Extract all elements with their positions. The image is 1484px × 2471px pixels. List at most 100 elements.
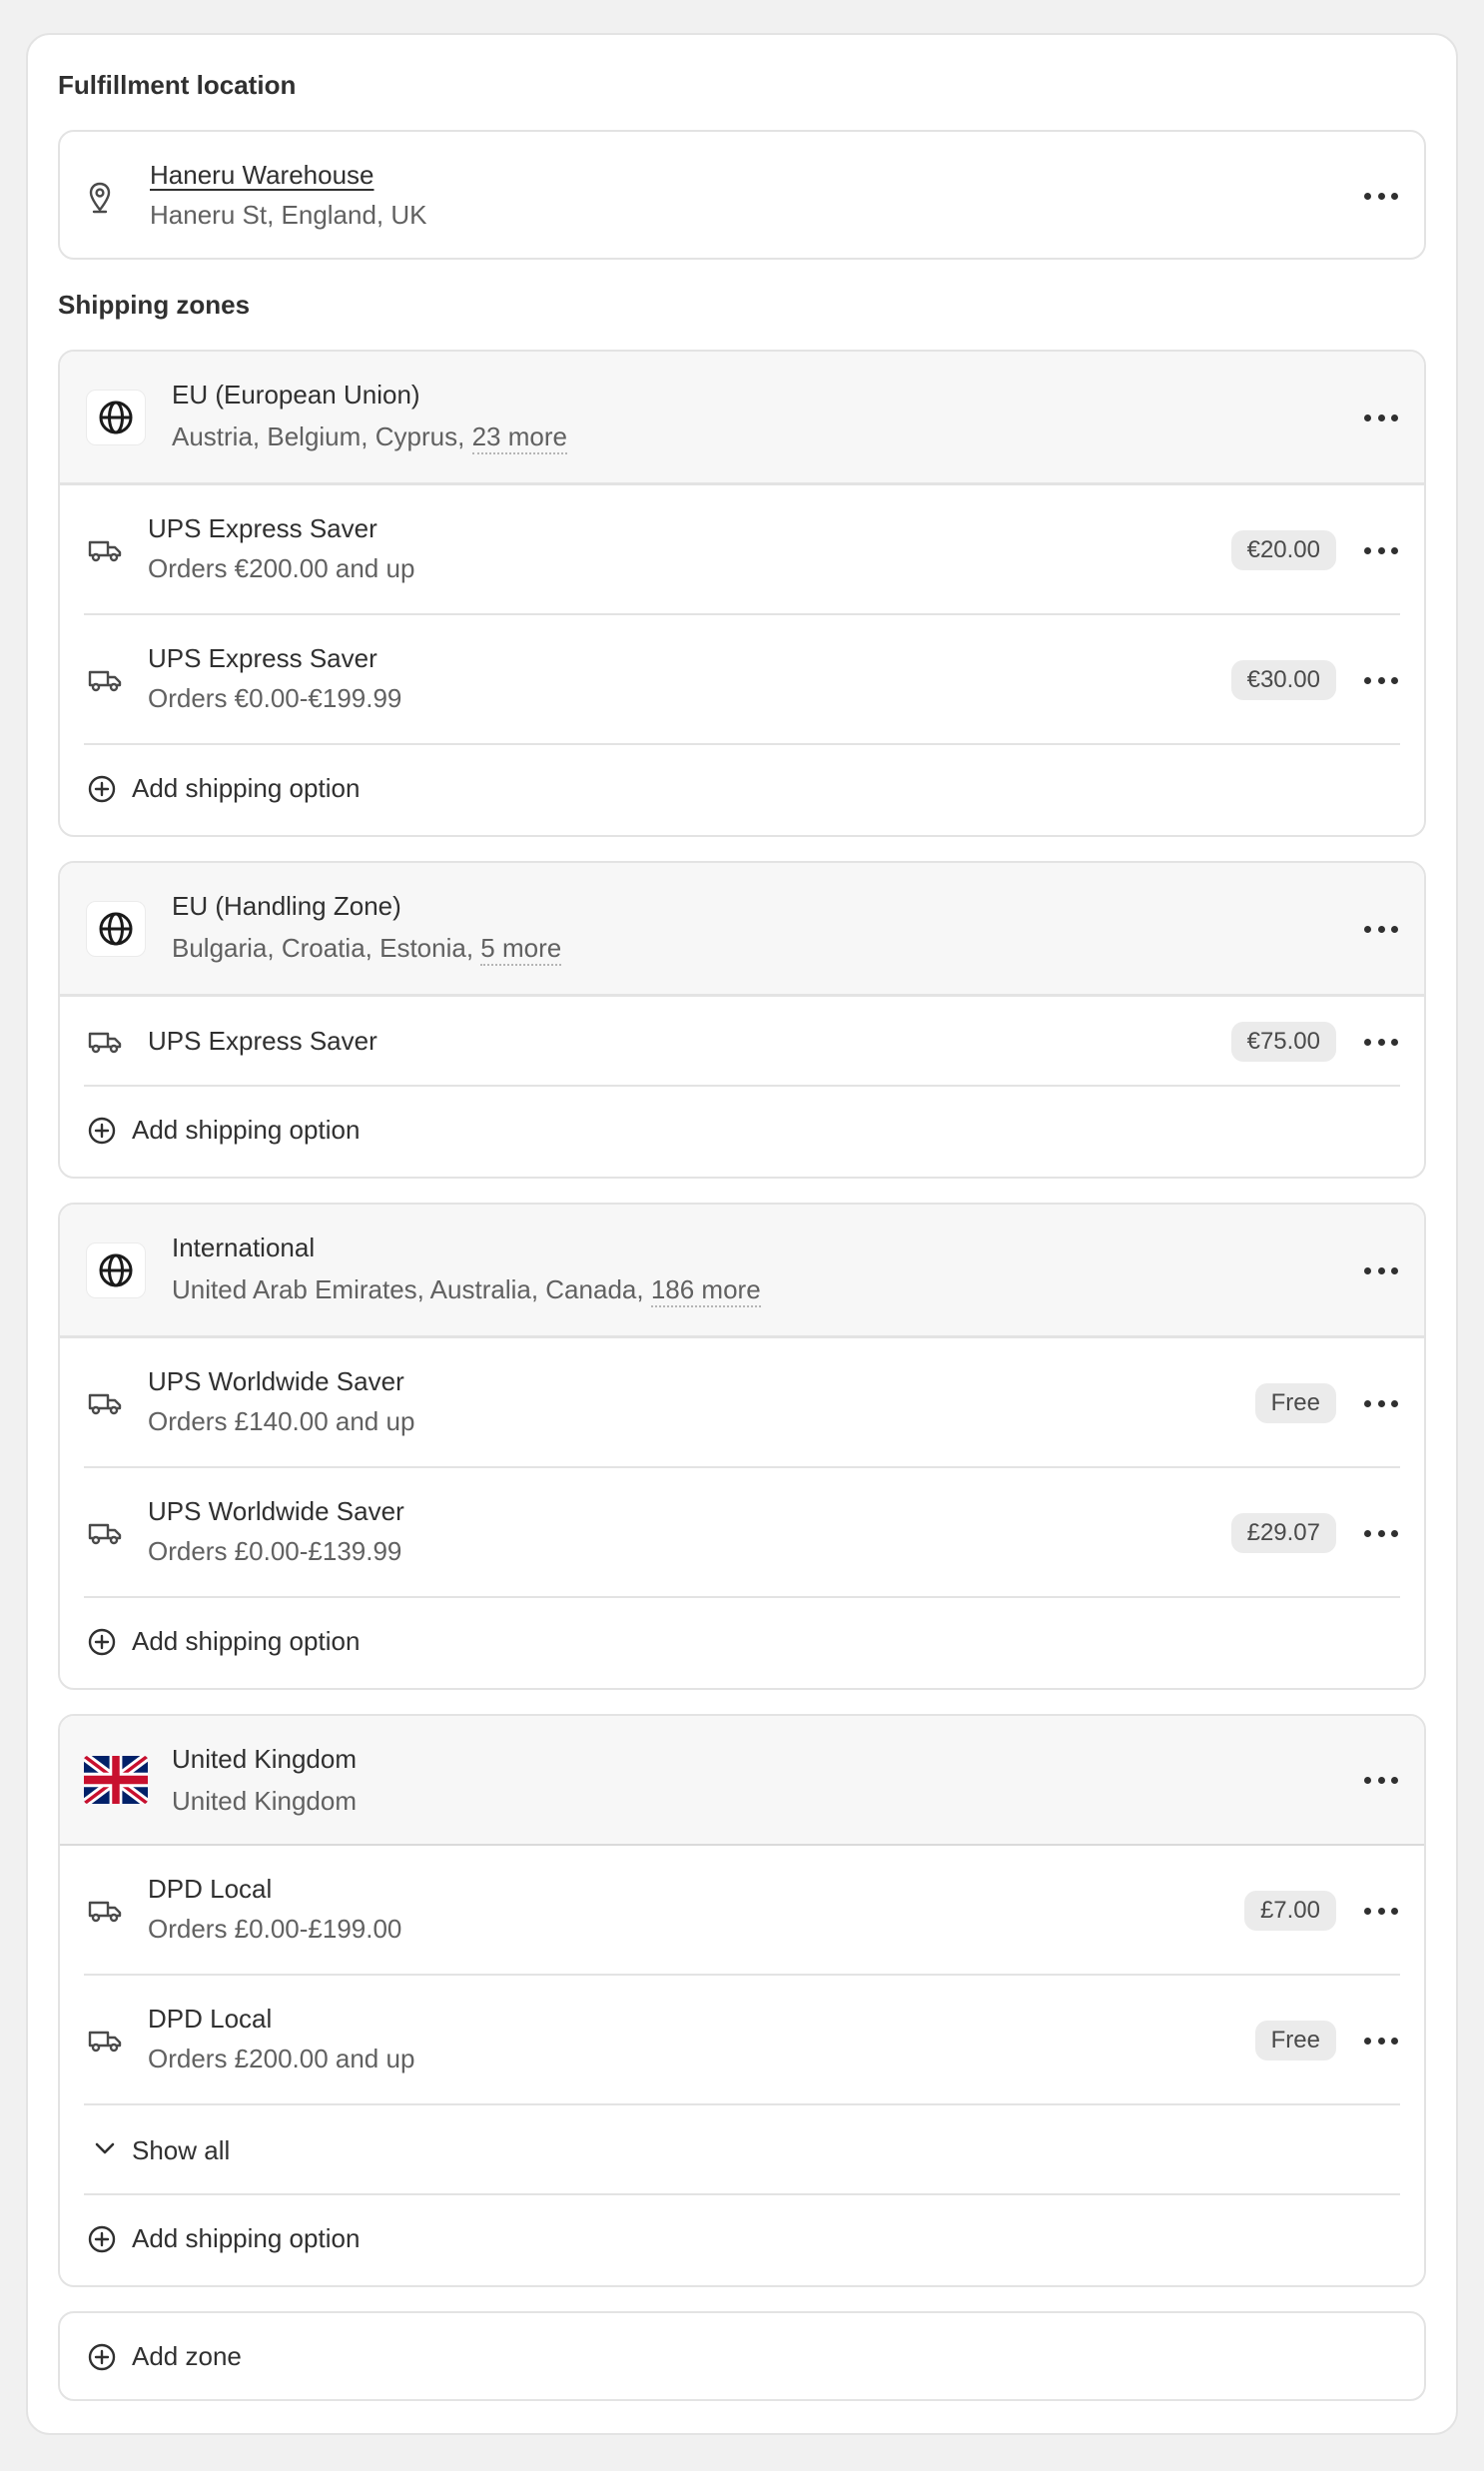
- add-shipping-option-button[interactable]: Add shipping option: [84, 1598, 1400, 1686]
- zone-international: International United Arab Emirates, Aust…: [58, 1203, 1426, 1690]
- ellipsis-icon: [1364, 1529, 1371, 1537]
- zone-countries-text: United Arab Emirates, Australia, Canada,: [172, 1274, 644, 1304]
- fulfillment-location-heading: Fulfillment location: [58, 70, 297, 100]
- show-all-button[interactable]: Show all: [84, 2105, 1400, 2195]
- ellipsis-icon: [1364, 192, 1371, 200]
- location-address: Haneru St, England, UK: [150, 200, 427, 230]
- rate-name: DPD Local: [148, 1874, 273, 1904]
- zone-menu-button[interactable]: [1364, 408, 1398, 427]
- zone-name: International: [172, 1233, 316, 1262]
- rate-condition: Orders €0.00-€199.99: [148, 683, 402, 713]
- chevron-down-icon: [95, 2142, 115, 2154]
- rate-row: UPS Express Saver €75.00: [84, 997, 1400, 1087]
- plus-circle-icon: [88, 1117, 116, 1145]
- globe-icon: [86, 901, 146, 957]
- truck-icon: [88, 670, 122, 692]
- rate-menu-button[interactable]: [1364, 1901, 1398, 1921]
- more-countries-link[interactable]: 186 more: [650, 1274, 761, 1307]
- add-shipping-option-label: Add shipping option: [132, 2223, 361, 2253]
- zone-eu: EU (European Union) Austria, Belgium, Cy…: [58, 350, 1426, 837]
- truck-icon: [88, 1393, 122, 1415]
- rate-menu-button[interactable]: [1364, 2031, 1398, 2051]
- rate-row: UPS Express Saver Orders €0.00-€199.99 €…: [84, 615, 1400, 745]
- rate-row: DPD Local Orders £0.00-£199.00 £7.00: [84, 1846, 1400, 1976]
- zone-countries: United Arab Emirates, Australia, Canada,…: [172, 1274, 761, 1307]
- ellipsis-icon: [1364, 1399, 1371, 1407]
- rate-price-badge: Free: [1254, 2021, 1336, 2060]
- zone-countries: Bulgaria, Croatia, Estonia, 5 more: [172, 933, 562, 966]
- rate-price-badge: Free: [1254, 1383, 1336, 1423]
- ellipsis-icon: [1364, 1907, 1371, 1915]
- location-name-link[interactable]: Haneru Warehouse: [150, 160, 374, 191]
- rate-row: UPS Worldwide Saver Orders £140.00 and u…: [84, 1338, 1400, 1468]
- rate-price-badge: €30.00: [1230, 660, 1336, 700]
- rate-condition: Orders £200.00 and up: [148, 2044, 415, 2073]
- add-shipping-option-label: Add shipping option: [132, 1115, 361, 1145]
- truck-icon: [88, 2031, 122, 2053]
- rate-name: DPD Local: [148, 2004, 273, 2034]
- zone-menu-button[interactable]: [1364, 1770, 1398, 1790]
- uk-flag-icon: [84, 1756, 148, 1804]
- ellipsis-icon: [1364, 413, 1371, 421]
- plus-circle-icon: [88, 2343, 116, 2371]
- zone-header: EU (Handling Zone) Bulgaria, Croatia, Es…: [60, 863, 1424, 997]
- zone-countries-text: Bulgaria, Croatia, Estonia,: [172, 933, 474, 963]
- truck-icon: [88, 1032, 122, 1054]
- rate-menu-button[interactable]: [1364, 670, 1398, 690]
- add-shipping-option-button[interactable]: Add shipping option: [84, 745, 1400, 833]
- rate-price-badge: £29.07: [1230, 1513, 1336, 1553]
- ellipsis-icon: [1364, 546, 1371, 554]
- rate-menu-button[interactable]: [1364, 1393, 1398, 1413]
- add-shipping-option-label: Add shipping option: [132, 1626, 361, 1656]
- globe-icon: [86, 1242, 146, 1298]
- shipping-zones-heading: Shipping zones: [58, 290, 251, 320]
- zone-countries: Austria, Belgium, Cyprus, 23 more: [172, 421, 567, 454]
- rate-condition: Orders £140.00 and up: [148, 1406, 415, 1436]
- truck-icon: [88, 1901, 122, 1923]
- rate-menu-button[interactable]: [1364, 1032, 1398, 1052]
- zone-menu-button[interactable]: [1364, 1260, 1398, 1280]
- zone-header: EU (European Union) Austria, Belgium, Cy…: [60, 352, 1424, 485]
- rate-name: UPS Worldwide Saver: [148, 1496, 404, 1526]
- zone-menu-button[interactable]: [1364, 919, 1398, 939]
- rate-name: UPS Express Saver: [148, 513, 377, 543]
- rate-price-badge: €20.00: [1230, 530, 1336, 570]
- add-shipping-option-button[interactable]: Add shipping option: [84, 1087, 1400, 1175]
- truck-icon: [88, 540, 122, 562]
- location-menu-button[interactable]: [1364, 186, 1398, 206]
- zone-header: International United Arab Emirates, Aust…: [60, 1205, 1424, 1338]
- rate-condition: Orders €200.00 and up: [148, 553, 415, 583]
- zone-name: EU (European Union): [172, 380, 420, 410]
- add-zone-button[interactable]: Add zone: [58, 2311, 1426, 2401]
- rate-row: UPS Worldwide Saver Orders £0.00-£139.99…: [84, 1468, 1400, 1598]
- map-pin-icon: [89, 182, 111, 214]
- ellipsis-icon: [1364, 2037, 1371, 2045]
- show-all-label: Show all: [132, 2135, 231, 2165]
- rate-name: UPS Worldwide Saver: [148, 1366, 404, 1396]
- ellipsis-icon: [1364, 1038, 1371, 1046]
- ellipsis-icon: [1364, 1266, 1371, 1274]
- add-shipping-option-button[interactable]: Add shipping option: [84, 2195, 1400, 2283]
- more-countries-link[interactable]: 5 more: [480, 933, 562, 966]
- rate-row: UPS Express Saver Orders €200.00 and up …: [84, 485, 1400, 615]
- add-zone-label: Add zone: [132, 2341, 242, 2371]
- ellipsis-icon: [1364, 676, 1371, 684]
- rate-condition: Orders £0.00-£139.99: [148, 1536, 402, 1566]
- zone-eu-handling: EU (Handling Zone) Bulgaria, Croatia, Es…: [58, 861, 1426, 1179]
- rate-menu-button[interactable]: [1364, 1523, 1398, 1543]
- zone-name: United Kingdom: [172, 1744, 357, 1774]
- rate-name: UPS Express Saver: [148, 643, 377, 673]
- add-zone-row[interactable]: Add zone: [84, 2313, 1400, 2399]
- rate-condition: Orders £0.00-£199.00: [148, 1914, 402, 1944]
- rate-price-badge: €75.00: [1230, 1022, 1336, 1062]
- more-countries-link[interactable]: 23 more: [471, 421, 567, 454]
- rate-row: DPD Local Orders £200.00 and up Free: [84, 1976, 1400, 2105]
- zone-countries: United Kingdom: [172, 1786, 357, 1816]
- zone-name: EU (Handling Zone): [172, 891, 401, 921]
- fulfillment-location-box: Haneru Warehouse Haneru St, England, UK: [58, 130, 1426, 260]
- add-shipping-option-label: Add shipping option: [132, 773, 361, 803]
- rate-name: UPS Express Saver: [148, 1026, 377, 1056]
- zone-countries-text: Austria, Belgium, Cyprus,: [172, 421, 465, 451]
- rate-menu-button[interactable]: [1364, 540, 1398, 560]
- ellipsis-icon: [1364, 925, 1371, 933]
